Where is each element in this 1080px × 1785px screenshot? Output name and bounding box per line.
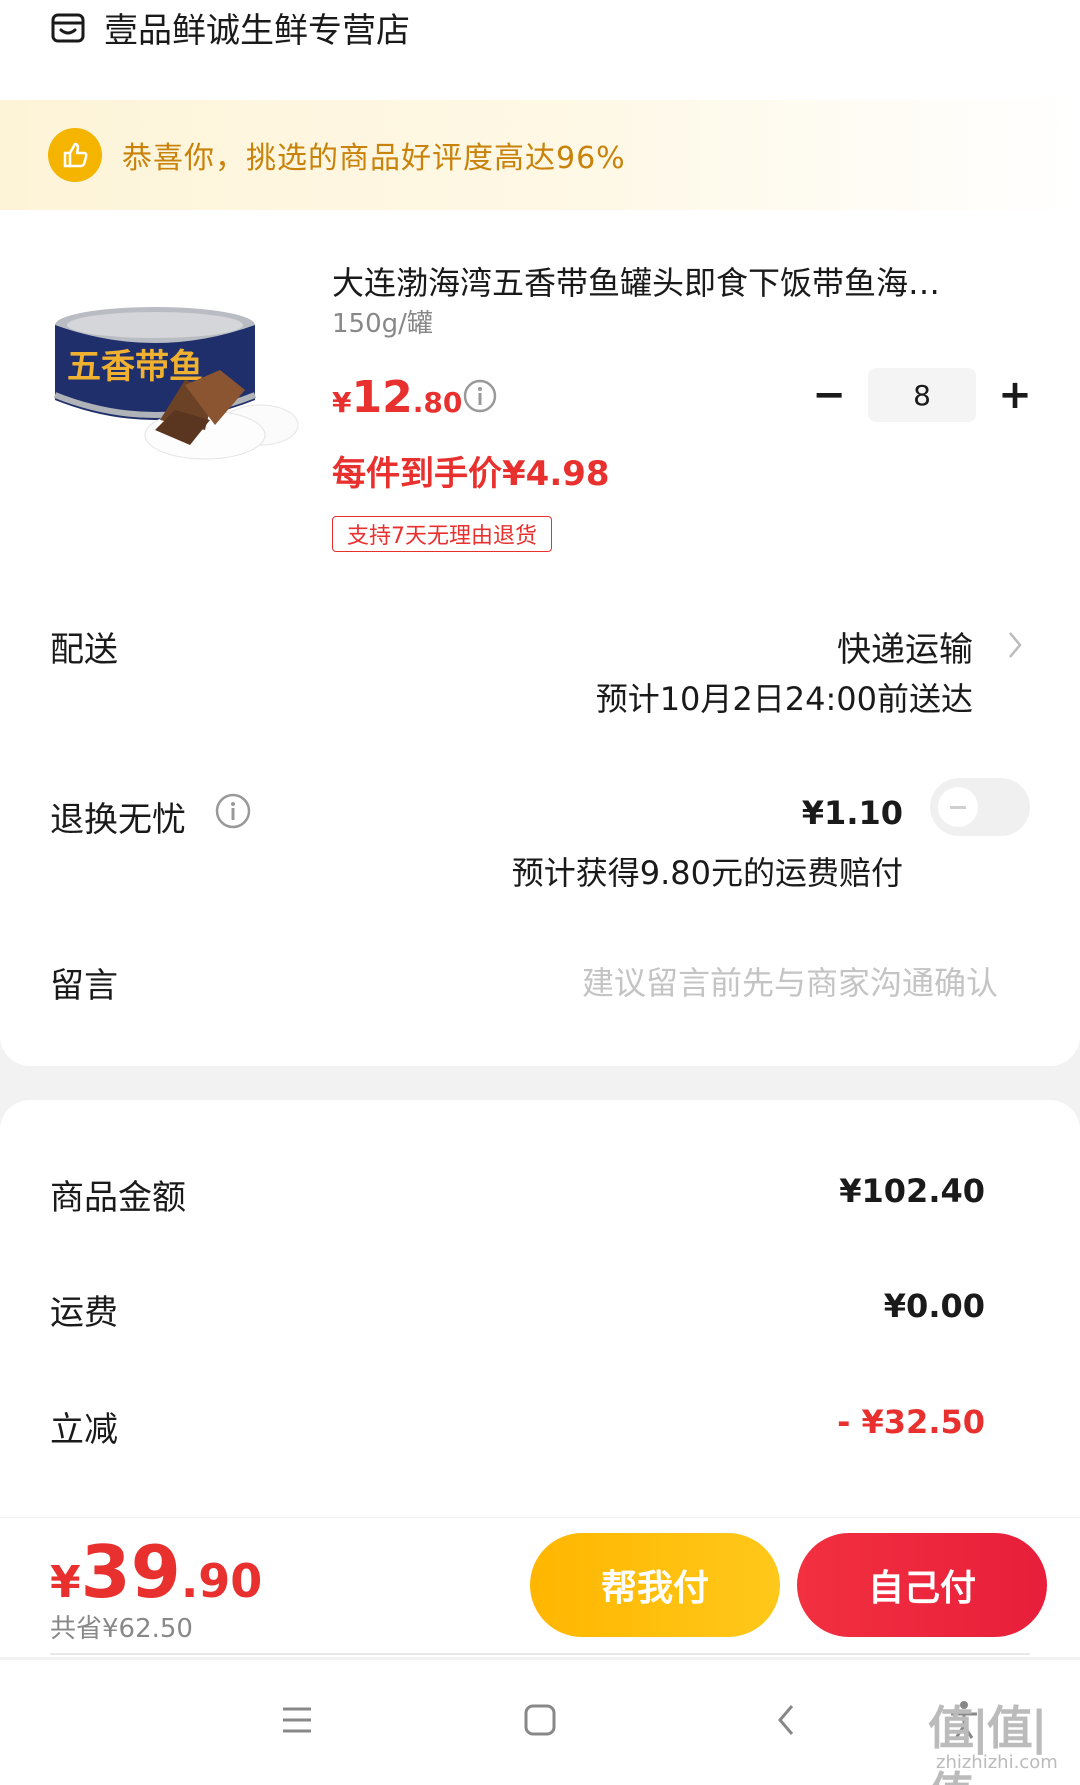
back-icon[interactable] xyxy=(756,1695,816,1745)
return-service-price: ¥1.10 xyxy=(801,794,903,832)
message-input[interactable] xyxy=(420,958,998,1008)
watermark-url: zhizhizhi.com xyxy=(936,1752,1058,1773)
delivery-method[interactable]: 快递运输 xyxy=(837,622,973,671)
can-label: 五香带鱼 xyxy=(67,347,203,387)
chevron-right-icon[interactable] xyxy=(1005,628,1025,662)
product-price: ¥ 12 .80 xyxy=(332,372,462,423)
delivery-eta: 预计10月2日24:00前送达 xyxy=(595,680,973,718)
price-summary-card: 商品金额 ¥102.40 运费 ¥0.00 立减 - ¥32.50 xyxy=(0,1100,1080,1520)
discount-label: 立减 xyxy=(50,1410,118,1450)
store-header[interactable]: 壹品鲜诚生鲜专营店 xyxy=(50,2,410,52)
total-saved: 共省¥62.50 xyxy=(50,1614,193,1644)
return-info-icon[interactable] xyxy=(214,792,252,830)
delivery-label: 配送 xyxy=(50,630,118,670)
menu-icon[interactable] xyxy=(267,1695,327,1745)
discount-value: - ¥32.50 xyxy=(837,1403,985,1441)
home-icon[interactable] xyxy=(510,1695,570,1745)
unit-price: 每件到手价¥4.98 xyxy=(332,454,610,494)
return-service-label: 退换无忧 xyxy=(50,800,186,840)
divider xyxy=(50,1653,1030,1655)
total-currency: ¥ xyxy=(50,1557,81,1608)
rating-banner: 恭喜你，挑选的商品好评度高达96% xyxy=(0,100,1080,210)
price-decimal: .80 xyxy=(412,386,463,419)
order-card: 壹品鲜诚生鲜专营店 恭喜你，挑选的商品好评度高达96% 五香带鱼 大连渤海湾五香… xyxy=(0,0,1080,1066)
price-integer: 12 xyxy=(351,372,413,423)
quantity-stepper: − 8 + xyxy=(810,368,1034,422)
help-pay-button[interactable]: 帮我付 xyxy=(530,1533,780,1637)
self-pay-button[interactable]: 自己付 xyxy=(797,1533,1047,1637)
price-currency: ¥ xyxy=(332,386,352,419)
product-spec: 150g/罐 xyxy=(332,309,433,339)
product-image[interactable]: 五香带鱼 xyxy=(45,300,300,500)
return-service-toggle[interactable] xyxy=(930,778,1030,836)
increase-button[interactable]: + xyxy=(996,372,1034,418)
shipping-label: 运费 xyxy=(50,1293,118,1333)
quantity-value[interactable]: 8 xyxy=(868,368,976,422)
total-decimal: .90 xyxy=(180,1554,263,1608)
total-price: ¥ 39 .90 xyxy=(50,1530,262,1614)
message-label: 留言 xyxy=(50,966,118,1006)
total-integer: 39 xyxy=(80,1530,181,1614)
return-policy-tag: 支持7天无理由退货 xyxy=(332,516,552,552)
product-title[interactable]: 大连渤海湾五香带鱼罐头即食下饭带鱼海… xyxy=(332,258,1032,304)
store-icon xyxy=(51,13,85,43)
store-name: 壹品鲜诚生鲜专营店 xyxy=(104,10,410,51)
banner-text: 恭喜你，挑选的商品好评度高达96% xyxy=(122,141,626,176)
price-info-icon[interactable] xyxy=(462,378,498,414)
goods-amount-label: 商品金额 xyxy=(50,1178,186,1218)
shipping-value: ¥0.00 xyxy=(883,1287,985,1325)
goods-amount-value: ¥102.40 xyxy=(839,1172,985,1210)
thumbs-up-icon xyxy=(48,128,102,182)
return-service-note: 预计获得9.80元的运费赔付 xyxy=(511,854,903,892)
decrease-button[interactable]: − xyxy=(810,372,848,418)
toggle-knob xyxy=(938,787,978,827)
